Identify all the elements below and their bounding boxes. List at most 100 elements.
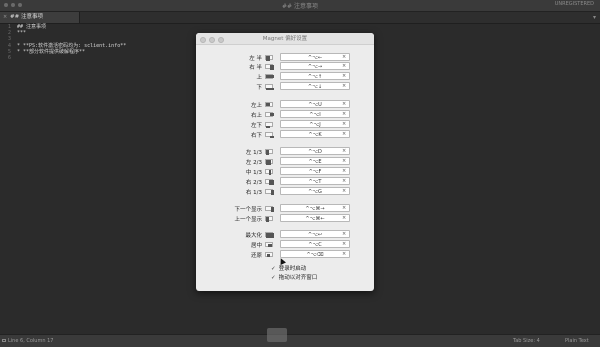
drag-to-snap-checkbox[interactable]: ✓ 拖动以对齐窗口 [271, 273, 317, 281]
dock-icon[interactable] [267, 328, 287, 342]
tab-bar: × ## 注意事项 ▾ [0, 12, 600, 24]
shortcut-row: 右下 ^⌥K × [196, 130, 374, 139]
panel-titlebar: Magnet 偏好设置 [196, 33, 374, 45]
shortcut-row: 居中 ^⌥C × [196, 240, 374, 249]
shortcut-row: 左 2/3 ^⌥E × [196, 157, 374, 166]
shortcut-recorder-field[interactable]: ^⌥G [280, 187, 350, 195]
shortcut-recorder-field[interactable]: ^⌥U [280, 100, 350, 108]
editor-text-area[interactable]: ## 注意事项 *** * **PS:软件激活密码均为: sclient.inf… [17, 24, 207, 61]
clear-shortcut-icon[interactable]: × [342, 158, 346, 164]
shortcut-row: 还原 ^⌥⌫ × [196, 250, 374, 259]
panel-title: Magnet 偏好设置 [262, 36, 308, 42]
shortcut-row: 右 半 ^⌥→ × [196, 62, 374, 71]
line-number-gutter: 1 2 3 4 5 6 [0, 24, 14, 333]
shortcut-label: 左上 [250, 103, 262, 109]
tab-label: ## 注意事项 [10, 14, 43, 20]
snap-area-icon [265, 102, 273, 107]
snap-area-icon [265, 122, 273, 128]
snap-area-icon [265, 159, 273, 165]
shortcut-row: 左 半 ^⌥← × [196, 53, 374, 62]
tab-size-selector[interactable]: Tab Size: 4 [513, 335, 540, 347]
clear-shortcut-icon[interactable]: × [342, 178, 346, 184]
shortcut-recorder-field[interactable]: ^⌥↓ [280, 82, 350, 90]
shortcut-row: 上一个显示 ^⌥⌘← × [196, 214, 374, 223]
shortcut-recorder-field[interactable]: ^⌥⌘← [280, 214, 350, 222]
clear-shortcut-icon[interactable]: × [342, 121, 346, 127]
clear-shortcut-icon[interactable]: × [342, 205, 346, 211]
clear-shortcut-icon[interactable]: × [342, 83, 346, 89]
clear-shortcut-icon[interactable]: × [342, 73, 346, 79]
snap-area-icon [265, 74, 274, 79]
snap-area-icon [265, 232, 274, 238]
tab-overflow-icon[interactable]: ▾ [593, 14, 596, 21]
shortcut-label: 上 [256, 75, 262, 81]
shortcut-recorder-field[interactable]: ^⌥⌘→ [280, 204, 350, 212]
snap-area-icon [265, 149, 273, 155]
snap-area-icon [265, 252, 273, 257]
shortcut-recorder-field[interactable]: ^⌥↩ [280, 230, 350, 238]
shortcut-label: 右上 [250, 113, 262, 119]
snap-area-icon [265, 216, 273, 222]
syntax-selector[interactable]: Plain Text [565, 335, 589, 347]
shortcut-recorder-field[interactable]: ^⌥↑ [280, 72, 350, 80]
registration-status: UNREGISTERED [554, 1, 594, 7]
shortcut-label: 居中 [250, 243, 262, 249]
shortcut-recorder-field[interactable]: ^⌥← [280, 53, 350, 61]
shortcut-label: 右下 [250, 133, 262, 139]
code-line[interactable] [17, 55, 207, 61]
snap-area-icon [265, 112, 274, 117]
shortcut-row: 下一个显示 ^⌥⌘→ × [196, 204, 374, 213]
clear-shortcut-icon[interactable]: × [342, 241, 346, 247]
shortcut-label: 左下 [250, 123, 262, 129]
shortcut-recorder-field[interactable]: ^⌥E [280, 157, 350, 165]
shortcut-recorder-field[interactable]: ^⌥C [280, 240, 350, 248]
shortcut-row: 最大化 ^⌥↩ × [196, 230, 374, 239]
shortcut-row: 右 2/3 ^⌥T × [196, 177, 374, 186]
clear-shortcut-icon[interactable]: × [342, 148, 346, 154]
shortcut-recorder-field[interactable]: ^⌥K [280, 130, 350, 138]
clear-shortcut-icon[interactable]: × [342, 131, 346, 137]
snap-area-icon [265, 206, 274, 212]
shortcut-row: 下 ^⌥↓ × [196, 82, 374, 91]
shortcut-row: 上 ^⌥↑ × [196, 72, 374, 81]
shortcut-row: 右上 ^⌥I × [196, 110, 374, 119]
shortcut-label: 左 2/3 [245, 160, 262, 166]
shortcut-label: 下 [256, 85, 262, 91]
clear-shortcut-icon[interactable]: × [342, 54, 346, 60]
shortcut-label: 右 2/3 [245, 180, 262, 186]
checkmark-icon: ✓ [271, 266, 276, 272]
shortcut-label: 下一个显示 [234, 207, 262, 213]
shortcut-row: 中 1/3 ^⌥F × [196, 167, 374, 176]
shortcut-label: 左 1/3 [245, 150, 262, 156]
launch-at-login-checkbox[interactable]: ✓ 登录时启动 [271, 264, 306, 272]
clear-shortcut-icon[interactable]: × [342, 215, 346, 221]
shortcut-recorder-field[interactable]: ^⌥T [280, 177, 350, 185]
shortcut-recorder-field[interactable]: ^⌥F [280, 167, 350, 175]
snap-area-icon [265, 179, 274, 185]
shortcut-recorder-field[interactable]: ^⌥J [280, 120, 350, 128]
clear-shortcut-icon[interactable]: × [342, 111, 346, 117]
tab-notes[interactable]: × ## 注意事项 [0, 12, 80, 23]
shortcut-recorder-field[interactable]: ^⌥⌫ [280, 250, 350, 258]
clear-shortcut-icon[interactable]: × [342, 188, 346, 194]
clear-shortcut-icon[interactable]: × [342, 168, 346, 174]
line-number: 6 [7, 54, 11, 61]
shortcut-label: 还原 [250, 253, 262, 259]
snap-area-icon [265, 64, 274, 70]
clear-shortcut-icon[interactable]: × [342, 231, 346, 237]
snap-area-icon [265, 132, 274, 138]
shortcut-row: 左 1/3 ^⌥D × [196, 147, 374, 156]
clear-shortcut-icon[interactable]: × [342, 63, 346, 69]
shortcut-label: 左 半 [249, 56, 262, 62]
shortcut-recorder-field[interactable]: ^⌥I [280, 110, 350, 118]
clear-shortcut-icon[interactable]: × [342, 251, 346, 257]
panel-toggle-icon[interactable] [2, 339, 6, 342]
snap-area-icon [265, 169, 273, 175]
shortcut-label: 中 1/3 [245, 170, 262, 176]
close-tab-icon[interactable]: × [3, 12, 7, 23]
shortcut-recorder-field[interactable]: ^⌥→ [280, 62, 350, 70]
status-bar: Line 6, Column 17 Tab Size: 4 Plain Text [0, 334, 600, 347]
shortcut-row: 左下 ^⌥J × [196, 120, 374, 129]
shortcut-recorder-field[interactable]: ^⌥D [280, 147, 350, 155]
clear-shortcut-icon[interactable]: × [342, 101, 346, 107]
